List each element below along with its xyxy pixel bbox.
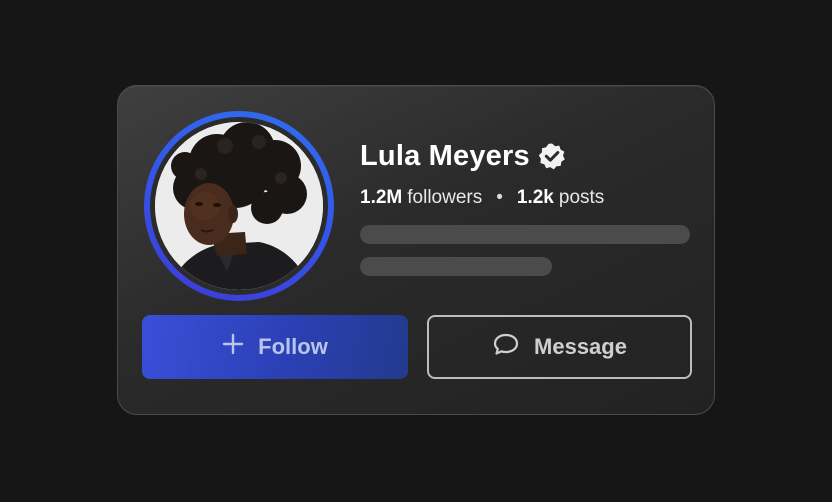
avatar-portrait (155, 122, 323, 290)
plus-icon (222, 333, 244, 361)
bio-placeholder-line-2 (360, 257, 552, 276)
bio-placeholder-line-1 (360, 225, 690, 244)
followers-label: followers (407, 187, 483, 208)
avatar[interactable] (155, 122, 323, 290)
avatar-ring (144, 111, 334, 301)
followers-count: 1.2M (360, 187, 403, 208)
message-button[interactable]: Message (427, 315, 692, 379)
chat-bubble-icon (492, 332, 520, 362)
message-button-label: Message (534, 334, 627, 359)
follow-button[interactable]: Follow (142, 315, 408, 379)
posts-count: 1.2k (516, 187, 554, 208)
profile-name: Lula Meyers (360, 139, 530, 172)
follow-button-label: Follow (258, 334, 328, 359)
verified-badge-icon (538, 142, 566, 170)
posts-label: posts (558, 187, 605, 208)
name-row: Lula Meyers (360, 138, 566, 174)
stats-separator: • (496, 187, 503, 208)
avatar-frame (150, 117, 328, 295)
profile-card: Lula Meyers 1.2M followers • 1.2k posts … (117, 85, 715, 415)
profile-stats: 1.2M followers • 1.2k posts (360, 186, 604, 210)
